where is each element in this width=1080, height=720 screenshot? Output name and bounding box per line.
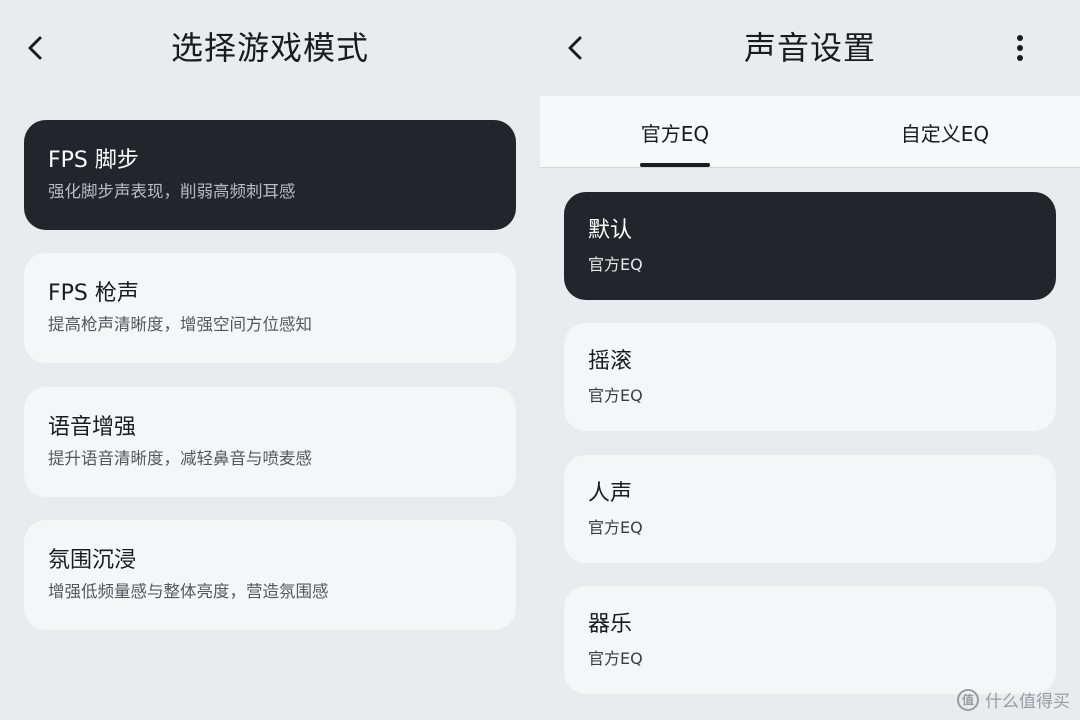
active-tab-indicator (640, 163, 710, 167)
mode-title: FPS 脚步 (48, 148, 139, 173)
mode-card-voice-enhance[interactable]: 语音增强 提升语音清晰度，减轻鼻音与喷麦感 (24, 387, 516, 497)
preset-type: 官方EQ (588, 386, 643, 405)
watermark-text: 什么值得买 (985, 692, 1070, 712)
eq-tab-bar: 官方EQ 自定义EQ (540, 96, 1080, 168)
preset-type: 官方EQ (588, 255, 643, 274)
mode-title: 语音增强 (48, 415, 137, 440)
tab-official-eq[interactable]: 官方EQ (540, 96, 810, 168)
preset-type: 官方EQ (588, 518, 643, 537)
eq-preset-vocal[interactable]: 人声 官方EQ (564, 455, 1056, 563)
watermark: 值 什么值得买 (957, 687, 1070, 712)
more-options-button[interactable] (1000, 28, 1040, 68)
game-mode-screen: 选择游戏模式 FPS 脚步 强化脚步声表现，削弱高频刺耳感 FPS 枪声 提高枪… (0, 0, 540, 720)
mode-card-ambience[interactable]: 氛围沉浸 增强低频量感与整体亮度，营造氛围感 (24, 520, 516, 630)
preset-type: 官方EQ (588, 649, 643, 668)
preset-title: 器乐 (588, 612, 633, 637)
mode-description: 提升语音清晰度，减轻鼻音与喷麦感 (48, 449, 312, 468)
more-vertical-icon (1017, 35, 1023, 61)
preset-title: 人声 (588, 481, 633, 506)
mode-title: 氛围沉浸 (48, 548, 137, 573)
preset-title: 默认 (588, 218, 633, 243)
page-title: 声音设置 (743, 29, 876, 67)
mode-description: 增强低频量感与整体亮度，营造氛围感 (48, 582, 329, 601)
tab-label: 官方EQ (640, 121, 710, 146)
sound-settings-screen: 声音设置 官方EQ 自定义EQ 默认 官方EQ 摇滚 官方EQ 人声 官方EQ … (540, 0, 1080, 720)
preset-title: 摇滚 (588, 349, 633, 374)
mode-card-fps-gunshot[interactable]: FPS 枪声 提高枪声清晰度，增强空间方位感知 (24, 253, 516, 363)
page-title: 选择游戏模式 (170, 29, 369, 67)
zhi-logo-icon: 值 (957, 688, 979, 711)
tab-custom-eq[interactable]: 自定义EQ (810, 96, 1080, 168)
tab-label: 自定义EQ (900, 121, 990, 146)
mode-description: 强化脚步声表现，削弱高频刺耳感 (48, 182, 296, 201)
eq-preset-instrumental[interactable]: 器乐 官方EQ (564, 586, 1056, 694)
mode-card-fps-footsteps[interactable]: FPS 脚步 强化脚步声表现，削弱高频刺耳感 (24, 120, 516, 230)
mode-title: FPS 枪声 (48, 281, 139, 306)
eq-preset-default[interactable]: 默认 官方EQ (564, 192, 1056, 300)
eq-preset-rock[interactable]: 摇滚 官方EQ (564, 323, 1056, 431)
mode-description: 提高枪声清晰度，增强空间方位感知 (48, 315, 312, 334)
